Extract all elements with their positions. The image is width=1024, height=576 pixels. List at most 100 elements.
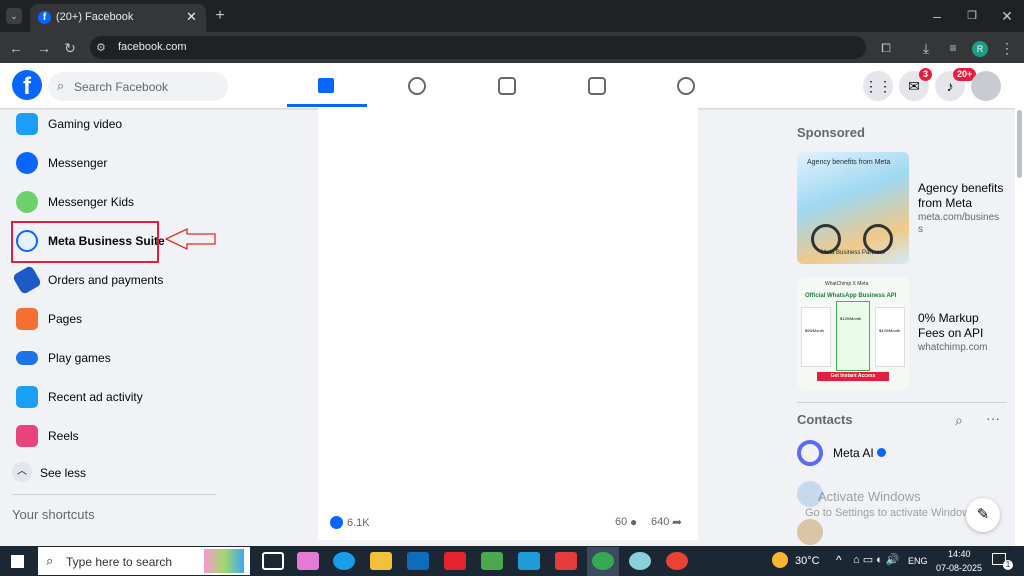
- tab-search-icon[interactable]: ⌄: [6, 8, 22, 24]
- weather-temp[interactable]: 30°C: [795, 555, 820, 567]
- minimize-icon[interactable]: –: [930, 8, 944, 24]
- site-info-icon[interactable]: ⚙: [96, 41, 106, 54]
- task-view-icon[interactable]: [262, 552, 284, 570]
- scrollbar-thumb[interactable]: [1017, 110, 1022, 178]
- home-icon[interactable]: [318, 78, 334, 93]
- forward-icon[interactable]: →: [36, 40, 52, 56]
- windows-start-icon[interactable]: [11, 555, 24, 568]
- highlight-box: [11, 221, 159, 263]
- likes-count[interactable]: 6.1K: [347, 517, 370, 529]
- meta-ai-avatar[interactable]: [797, 440, 823, 466]
- tab-close-icon[interactable]: ✕: [186, 9, 197, 25]
- copilot-icon[interactable]: [297, 552, 319, 570]
- sidebar-item-play-games[interactable]: Play games: [12, 340, 212, 376]
- url-text: facebook.com: [118, 41, 187, 53]
- comments-count[interactable]: 60: [615, 516, 627, 528]
- ad-domain: meta.com/business: [918, 212, 1000, 235]
- sidebar-item-label: Recent ad activity: [48, 390, 143, 404]
- price-card: $99/Month: [801, 307, 831, 367]
- sidebar-item-reels[interactable]: Reels: [12, 418, 212, 454]
- restore-icon[interactable]: ❐: [965, 8, 979, 24]
- ad-image-caption: Agency benefits from Meta: [807, 159, 891, 166]
- sidebar-item-pages[interactable]: Pages: [12, 301, 212, 337]
- language-indicator[interactable]: ENG: [908, 556, 928, 566]
- back-icon[interactable]: ←: [8, 40, 24, 56]
- shares-count[interactable]: 640: [651, 516, 669, 528]
- extensions-icon[interactable]: ⧠: [878, 40, 894, 56]
- contacts-heading: Contacts: [797, 412, 853, 427]
- ad-title[interactable]: Agency benefits from Meta: [918, 181, 1008, 211]
- profile-avatar[interactable]: R: [972, 41, 988, 57]
- contacts-search-icon[interactable]: ⌕: [955, 412, 963, 429]
- contact-avatar[interactable]: [797, 519, 823, 545]
- sidebar-item-label: Pages: [48, 312, 83, 326]
- browser-menu-icon[interactable]: ⋮: [1000, 40, 1014, 56]
- clock-date[interactable]: 07-08-2025: [936, 563, 982, 573]
- ad-image-caption: Official WhatsApp Business API: [805, 293, 897, 299]
- activate-windows-title: Activate Windows: [818, 489, 921, 504]
- menu-grid-icon[interactable]: ⋮⋮: [863, 71, 893, 101]
- ad-domain: whatchimp.com: [918, 342, 988, 353]
- new-message-icon[interactable]: ✎: [966, 498, 1000, 532]
- chrome-icon[interactable]: [592, 552, 614, 570]
- sponsored-heading: Sponsored: [797, 125, 865, 140]
- browser-tab[interactable]: f (20+) Facebook ✕: [30, 4, 206, 32]
- taskbar-search-input[interactable]: ⌕ Type here to search: [38, 547, 250, 575]
- app-icon[interactable]: [518, 552, 540, 570]
- anydesk-icon[interactable]: [555, 552, 577, 570]
- price-text: $99/Month: [805, 328, 824, 333]
- marketplace-icon[interactable]: [588, 77, 606, 95]
- sidebar-item-messenger[interactable]: Messenger: [12, 145, 212, 181]
- tab-title: (20+) Facebook: [56, 11, 134, 23]
- clock-time[interactable]: 14:40: [948, 549, 971, 559]
- account-avatar[interactable]: [971, 71, 1001, 101]
- sidebar-item-label: Play games: [48, 351, 111, 365]
- post-reactions-bar: 6.1K 60 ● 640 ➦: [328, 510, 698, 540]
- search-placeholder: Search Facebook: [74, 80, 169, 94]
- sidebar-item-label: Orders and payments: [48, 273, 164, 287]
- app-icon-2[interactable]: [629, 552, 651, 570]
- sidebar-item-recent-ad-activity[interactable]: Recent ad activity: [12, 379, 212, 415]
- sheets-icon[interactable]: [481, 552, 503, 570]
- activate-windows-subtitle: Go to Settings to activate Windows.: [805, 507, 979, 519]
- friends-icon[interactable]: [408, 77, 426, 95]
- edge-icon[interactable]: [333, 552, 355, 570]
- chrome-profile-icon[interactable]: [666, 552, 688, 570]
- ad-image-whatchimp[interactable]: WhatChimp X Meta Official WhatsApp Busin…: [797, 277, 909, 389]
- contacts-more-icon[interactable]: ···: [986, 410, 1000, 426]
- groups-icon[interactable]: [677, 77, 695, 95]
- sidebar-item-messenger-kids[interactable]: Messenger Kids: [12, 184, 212, 220]
- download-icon[interactable]: ⤓: [918, 40, 934, 56]
- url-bar[interactable]: ⚙ facebook.com: [90, 36, 866, 59]
- file-explorer-icon[interactable]: [370, 552, 392, 570]
- facebook-logo-icon[interactable]: f: [12, 70, 42, 100]
- home-tab-indicator: [287, 104, 367, 107]
- messenger-badge: 3: [919, 68, 933, 81]
- pointer-arrow-icon: [165, 227, 216, 251]
- see-less-button[interactable]: ︿ See less: [12, 462, 212, 486]
- ad-title[interactable]: 0% Markup Fees on API: [918, 311, 1008, 341]
- sidebar-item-orders-payments[interactable]: Orders and payments: [11, 262, 212, 298]
- reload-icon[interactable]: ↻: [62, 40, 78, 56]
- weather-icon[interactable]: [772, 552, 788, 568]
- ad-image-meta[interactable]: Agency benefits from Meta Meta Business …: [797, 152, 909, 264]
- tray-chevron-icon[interactable]: ^: [836, 553, 842, 567]
- right-divider: [797, 402, 1007, 403]
- messenger-icon: [16, 152, 38, 174]
- window-close-icon[interactable]: ✕: [1000, 8, 1014, 24]
- taskbar-search-placeholder: Type here to search: [66, 555, 173, 569]
- price-text: $129/Month: [840, 316, 862, 321]
- new-tab-icon[interactable]: +: [212, 8, 228, 24]
- wps-icon[interactable]: [444, 552, 466, 570]
- scrollbar[interactable]: [1015, 108, 1024, 546]
- pages-flag-icon: [16, 308, 38, 330]
- outlook-icon[interactable]: [407, 552, 429, 570]
- media-icon[interactable]: ≡: [945, 40, 961, 56]
- contact-name[interactable]: Meta AI: [833, 446, 874, 460]
- notification-count: 1: [1003, 560, 1013, 570]
- sidebar-item-gaming-video[interactable]: Gaming video: [12, 106, 212, 142]
- sidebar-divider: [12, 494, 216, 495]
- tray-icons[interactable]: ⌂ ▭ ◐ 🔊: [853, 553, 900, 566]
- video-icon[interactable]: [498, 77, 516, 95]
- facebook-search-input[interactable]: ⌕ Search Facebook: [48, 72, 228, 101]
